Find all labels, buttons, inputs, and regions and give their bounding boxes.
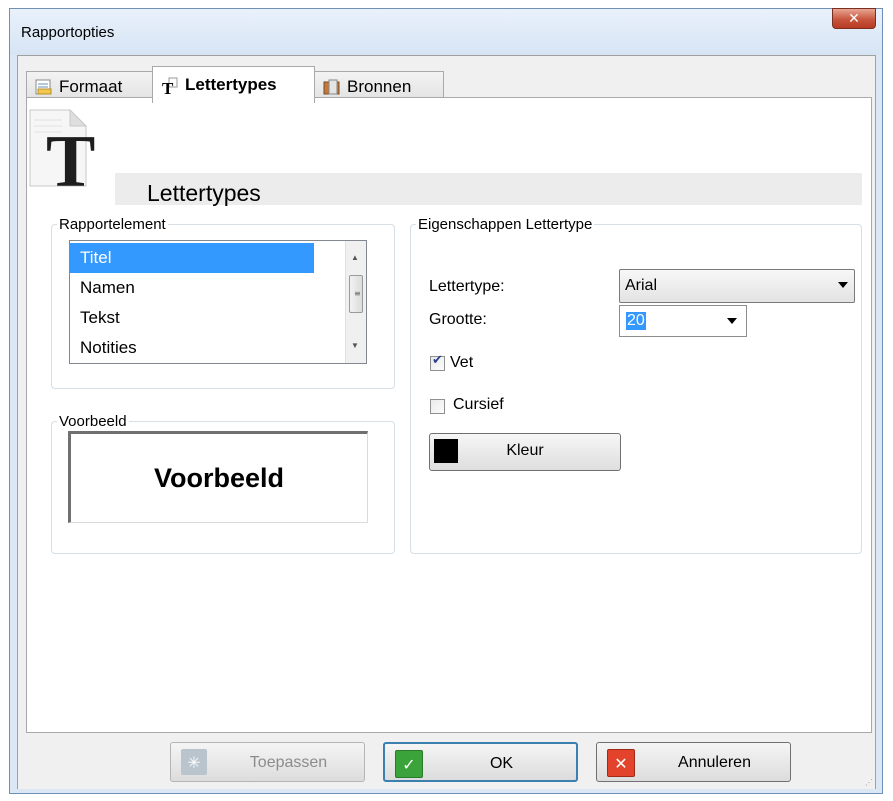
size-select-value: 20 — [626, 312, 646, 330]
italic-checkbox[interactable] — [430, 399, 445, 414]
format-icon — [35, 79, 53, 95]
size-label: Grootte: — [429, 311, 487, 328]
list-item-namen[interactable]: Namen — [70, 273, 314, 303]
report-element-listbox[interactable]: Titel Namen Tekst Notities ▲ ≡ ▼ — [69, 240, 367, 364]
scroll-down-icon[interactable]: ▼ — [351, 341, 359, 350]
tab-panel: T Lettertypes Rapportelement Titel Namen… — [26, 97, 872, 733]
window-title: Rapportopties — [21, 24, 115, 41]
ok-button[interactable]: ✓ OK — [383, 742, 578, 782]
close-icon: ✕ — [607, 749, 635, 777]
ok-button-label: OK — [489, 755, 514, 772]
preview-area: Voorbeeld — [51, 413, 395, 554]
close-icon: ✕ — [848, 10, 860, 27]
color-button[interactable]: Kleur — [429, 433, 621, 471]
color-button-label: Kleur — [506, 442, 544, 459]
title-bar[interactable]: Rapportopties ✕ — [10, 8, 882, 55]
sparkle-icon: ✳ — [181, 749, 207, 775]
list-item-titel[interactable]: Titel — [70, 243, 314, 273]
dialog-client: Formaat T Lettertypes Bronnen T Letterty… — [17, 55, 876, 789]
cancel-button-label: Annuleren — [678, 754, 751, 771]
checkmark-icon: ✓ — [395, 750, 423, 778]
scroll-thumb[interactable]: ≡ — [349, 275, 363, 313]
font-properties-legend: Eigenschappen Lettertype — [418, 216, 593, 233]
sources-icon — [323, 79, 341, 95]
font-select[interactable]: Arial — [619, 269, 855, 303]
bold-label[interactable]: Vet — [450, 354, 473, 372]
list-scrollbar[interactable]: ▲ ≡ ▼ — [345, 241, 366, 363]
font-select-value: Arial — [625, 277, 658, 294]
grip-icon: ≡ — [354, 289, 361, 298]
italic-label[interactable]: Cursief — [453, 396, 504, 414]
font-properties-group: Eigenschappen Lettertype — [410, 216, 862, 554]
preview-text: Voorbeeld — [153, 462, 285, 493]
dialog-window: Rapportopties ✕ Formaat T Lettertypes Br… — [9, 8, 883, 794]
chevron-down-icon — [727, 318, 737, 324]
chevron-down-icon — [838, 282, 848, 288]
tab-formaat-label: Formaat — [59, 76, 123, 96]
size-select[interactable]: 20 — [619, 305, 747, 337]
font-label: Lettertype: — [429, 278, 505, 295]
apply-button[interactable]: ✳ Toepassen — [170, 742, 365, 782]
tab-bronnen-label: Bronnen — [347, 76, 412, 96]
apply-button-label: Toepassen — [249, 754, 328, 771]
large-font-T-icon: T — [26, 108, 98, 203]
scroll-up-icon[interactable]: ▲ — [351, 253, 359, 262]
close-button[interactable]: ✕ — [832, 8, 876, 29]
list-item-notities[interactable]: Notities — [70, 333, 314, 363]
preview-box: Voorbeeld — [68, 431, 368, 523]
cancel-button[interactable]: ✕ Annuleren — [596, 742, 791, 782]
button-bar: ✳ Toepassen ✓ OK ✕ Annuleren ⋰ — [18, 733, 875, 789]
tab-lettertypes[interactable]: T Lettertypes — [152, 66, 315, 103]
font-icon: T — [161, 77, 179, 98]
svg-text:T: T — [162, 79, 174, 95]
bold-checkbox[interactable]: ✔ — [430, 353, 445, 371]
report-element-area: Titel Namen Tekst Notities ▲ ≡ ▼ — [51, 216, 395, 389]
checkmark-icon: ✔ — [432, 353, 443, 368]
list-item-tekst[interactable]: Tekst — [70, 303, 314, 333]
page-title: Lettertypes — [147, 180, 261, 206]
resize-grip-icon[interactable]: ⋰ — [865, 778, 873, 787]
svg-text:T: T — [46, 121, 95, 188]
tab-lettertypes-label: Lettertypes — [185, 75, 277, 94]
